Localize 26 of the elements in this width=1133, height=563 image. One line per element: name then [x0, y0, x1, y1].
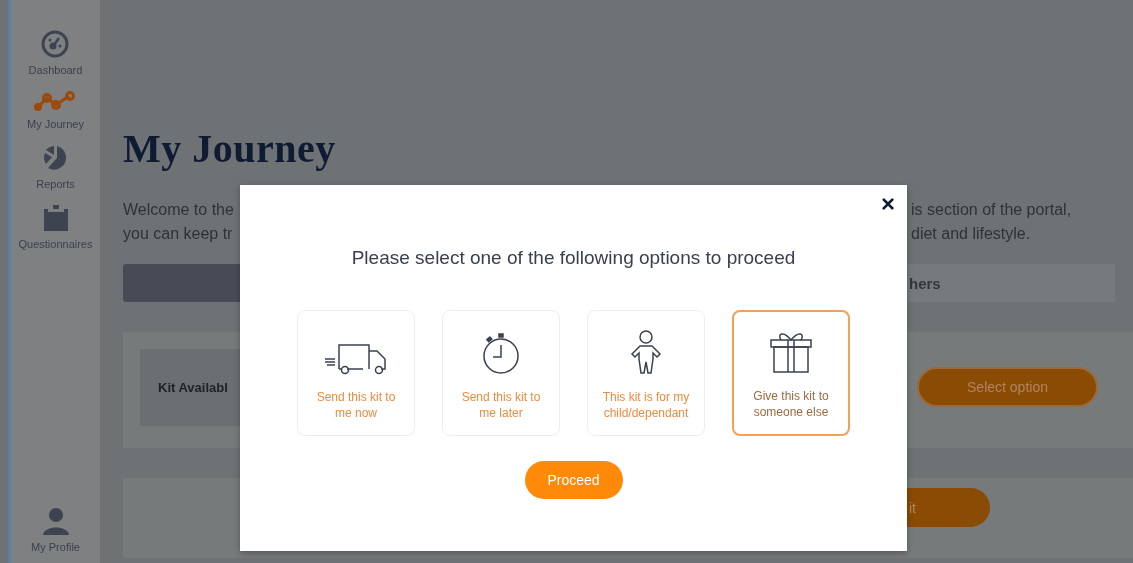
child-icon — [629, 329, 663, 375]
option-card[interactable]: Give this kit to someone else — [732, 310, 850, 436]
select-option-button[interactable]: Select option — [917, 367, 1098, 407]
dialog-title: Please select one of the following options to proceed — [351, 247, 796, 269]
dashboard-icon — [41, 30, 70, 58]
person-icon — [41, 507, 70, 535]
close-button[interactable]: × — [879, 193, 897, 215]
intro-text: Welcome to the you can keep tr — [123, 200, 235, 244]
intro-text: is section of the portal, diet and lifestyle. — [910, 200, 1073, 244]
sidebar-item[interactable]: Questionnaires — [18, 204, 93, 250]
page-title: My Journey — [123, 125, 337, 172]
journey-icon — [33, 90, 78, 112]
option-card[interactable]: Send this kit to me later — [442, 310, 560, 436]
stopwatch-icon — [480, 331, 522, 375]
sidebar-item[interactable]: Reports — [36, 144, 75, 190]
sidebar-item[interactable]: Dashboard — [28, 30, 83, 76]
proceed-button[interactable]: Proceed — [524, 461, 623, 499]
kit-status: Kit Availabl — [140, 349, 240, 426]
profile-item[interactable]: My Profile — [31, 507, 80, 553]
option-card[interactable]: This kit is for my child/dependant — [587, 310, 705, 436]
sidebar-item[interactable]: My Journey — [27, 90, 84, 130]
tab[interactable]: hers — [907, 264, 1115, 302]
option-card[interactable]: Send this kit to me now — [297, 310, 415, 436]
kit-button[interactable]: it — [907, 488, 990, 527]
clipboard-icon — [42, 204, 69, 232]
tab[interactable] — [123, 264, 240, 302]
